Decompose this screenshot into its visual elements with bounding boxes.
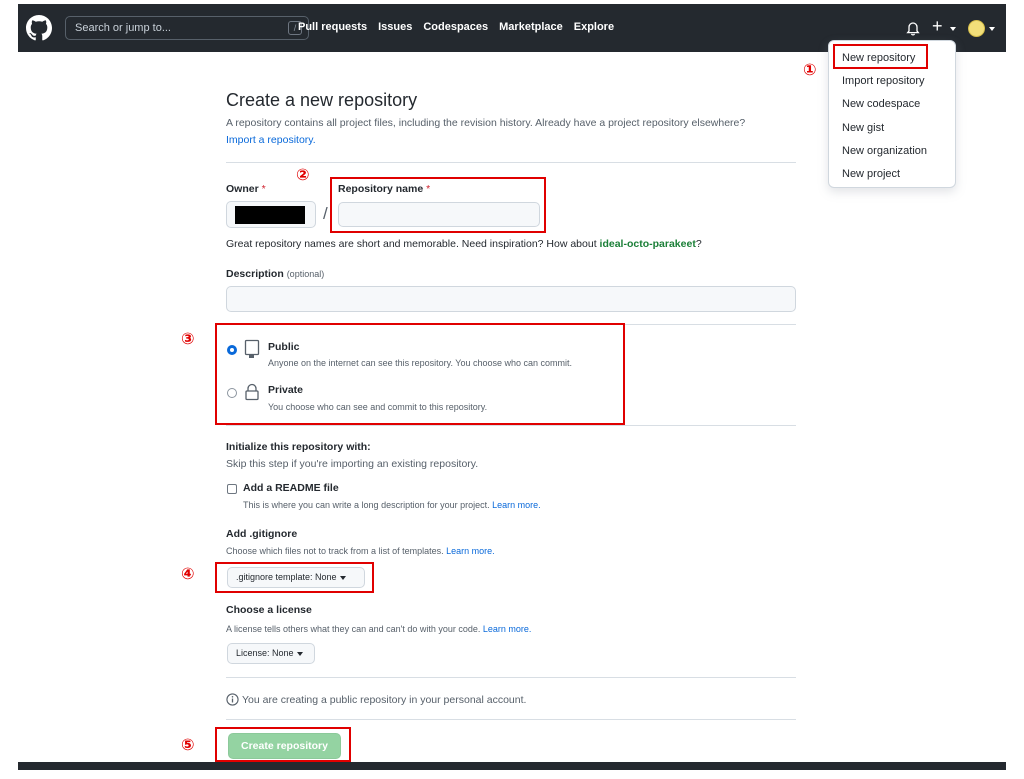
global-nav: Pull requests Issues Codespaces Marketpl… [298, 21, 614, 33]
repo-name-hint-text: Great repository names are short and mem… [226, 238, 597, 250]
chevron-down-icon [296, 651, 303, 656]
nav-codespaces[interactable]: Codespaces [423, 21, 488, 33]
annotation-number-5: ⑤ [181, 737, 195, 754]
owner-select[interactable] [226, 201, 316, 228]
nav-issues[interactable]: Issues [378, 21, 412, 33]
notification-bell-icon[interactable] [905, 20, 921, 36]
import-repository-link[interactable]: Import a repository. [226, 134, 316, 146]
repo-name-hint: Great repository names are short and mem… [226, 238, 702, 250]
search-input[interactable]: Search or jump to... / [65, 16, 309, 40]
license-description-text: A license tells others what they can and… [226, 624, 481, 634]
info-icon [226, 693, 239, 706]
description-input[interactable] [226, 286, 796, 312]
divider [226, 677, 796, 678]
page-title: Create a new repository [226, 90, 418, 110]
annotation-box-new-repository [833, 44, 928, 69]
gitignore-title: Add .gitignore [226, 528, 298, 540]
init-subtitle: Skip this step if you're importing an ex… [226, 458, 479, 470]
gitignore-description-text: Choose which files not to track from a l… [226, 546, 444, 556]
annotation-number-3: ③ [181, 331, 195, 348]
divider [226, 719, 796, 720]
add-readme-label[interactable]: Add a README file [243, 482, 339, 494]
menu-item-new-codespace[interactable]: New codespace [842, 98, 920, 110]
menu-item-new-organization[interactable]: New organization [842, 145, 927, 157]
readme-learn-more-link[interactable]: Learn more. [492, 500, 541, 510]
nav-explore[interactable]: Explore [574, 21, 614, 33]
owner-label: Owner * [226, 183, 266, 195]
description-label: Description (optional) [226, 268, 324, 280]
create-new-plus-icon[interactable]: + [932, 16, 943, 36]
description-optional: (optional) [286, 269, 325, 279]
readme-description: This is where you can write a long descr… [243, 500, 541, 510]
footer-bar [18, 762, 1006, 770]
license-learn-more-link[interactable]: Learn more. [483, 624, 532, 634]
readme-description-text: This is where you can write a long descr… [243, 500, 490, 510]
search-placeholder: Search or jump to... [75, 22, 171, 34]
user-avatar[interactable] [968, 20, 985, 37]
annotation-box-visibility [215, 323, 625, 425]
menu-item-new-gist[interactable]: New gist [842, 122, 884, 134]
annotation-number-4: ④ [181, 566, 195, 583]
repo-name-suggestion[interactable]: ideal-octo-parakeet [600, 238, 696, 250]
annotation-number-2: ② [296, 167, 310, 184]
gitignore-learn-more-link[interactable]: Learn more. [446, 546, 495, 556]
public-notice: You are creating a public repository in … [242, 694, 527, 706]
repo-name-hint-end: ? [695, 238, 702, 250]
divider [226, 425, 796, 426]
github-logo-icon[interactable] [26, 15, 52, 41]
create-new-caret-icon[interactable] [950, 27, 956, 31]
owner-repo-separator: / [323, 204, 328, 223]
menu-item-import-repository[interactable]: Import repository [842, 75, 925, 87]
init-title: Initialize this repository with: [226, 441, 371, 453]
owner-required-mark: * [261, 183, 266, 195]
nav-marketplace[interactable]: Marketplace [499, 21, 563, 33]
nav-pull-requests[interactable]: Pull requests [298, 21, 367, 33]
license-button-label: License: None [236, 648, 294, 658]
annotation-box-repo-name [330, 177, 546, 233]
avatar-caret-icon[interactable] [989, 27, 995, 31]
add-readme-checkbox[interactable] [227, 484, 237, 494]
annotation-box-gitignore [215, 562, 374, 593]
license-title: Choose a license [226, 604, 312, 616]
page-subtitle: A repository contains all project files,… [226, 117, 746, 129]
gitignore-description: Choose which files not to track from a l… [226, 546, 495, 556]
annotation-box-create-button [215, 727, 351, 762]
license-description: A license tells others what they can and… [226, 624, 531, 634]
annotation-number-1: ① [803, 62, 817, 79]
description-label-text: Description [226, 268, 284, 280]
license-select[interactable]: License: None [227, 643, 315, 664]
divider [226, 162, 796, 163]
owner-redacted [235, 206, 305, 224]
owner-label-text: Owner [226, 183, 259, 195]
menu-item-new-project[interactable]: New project [842, 168, 900, 180]
